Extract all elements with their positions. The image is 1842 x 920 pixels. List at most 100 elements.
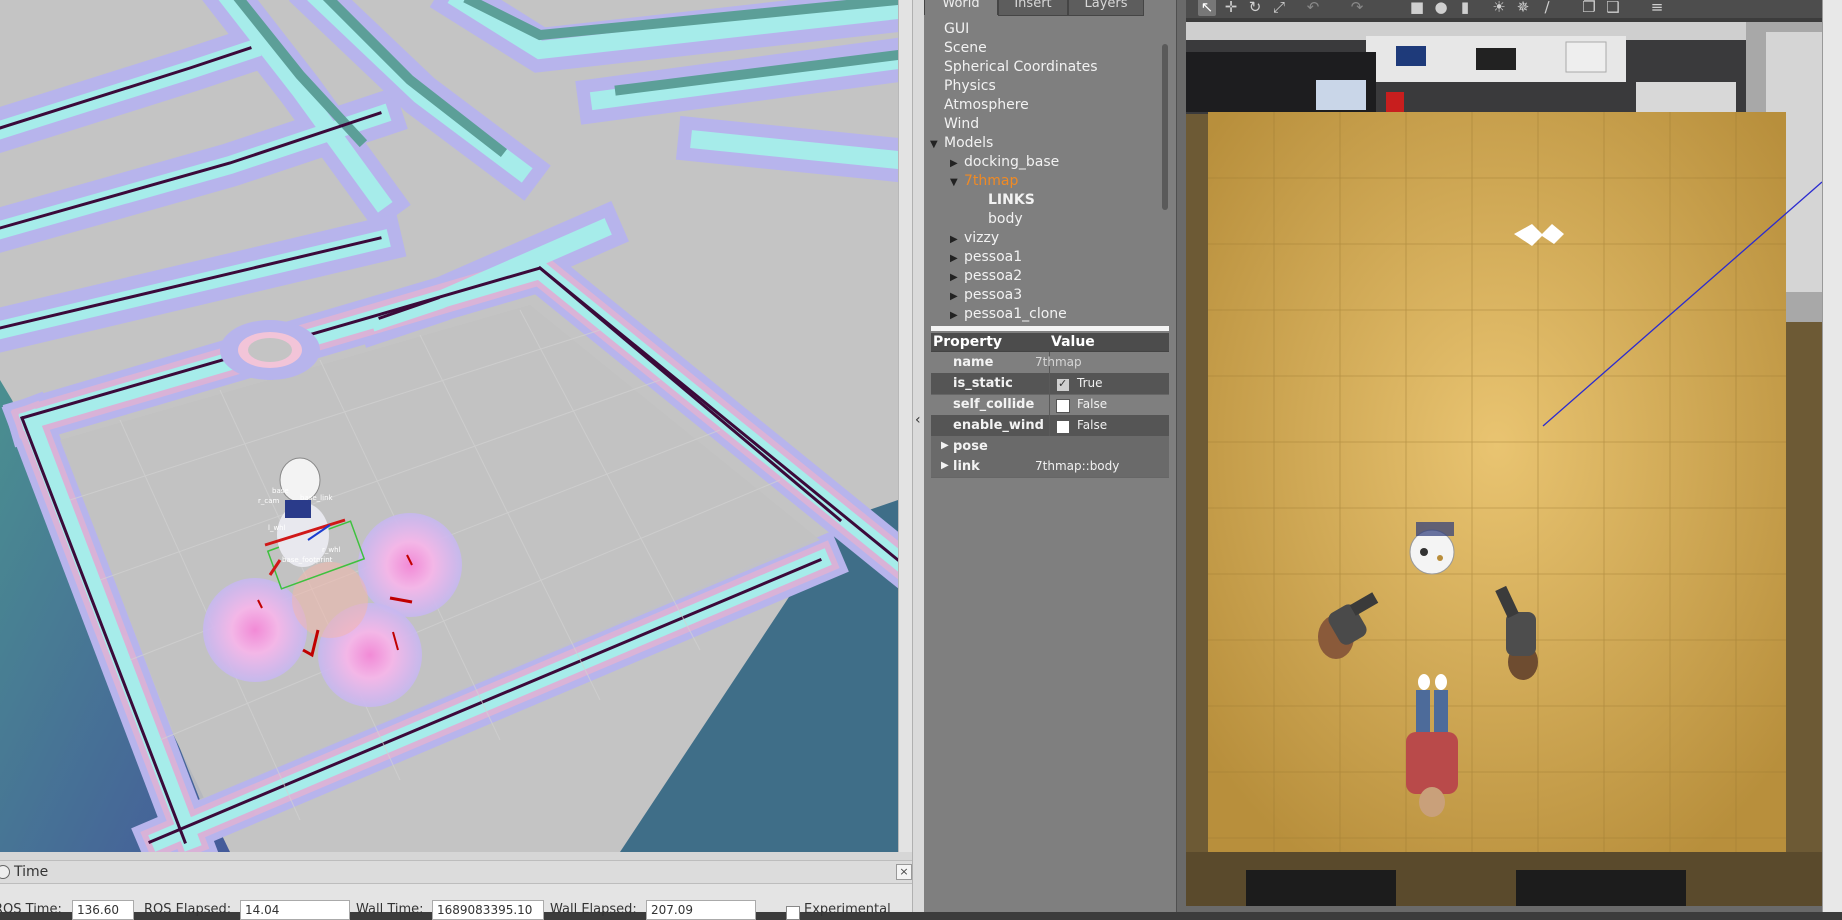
- tab-world[interactable]: World: [924, 0, 998, 15]
- property-name: pose: [953, 439, 988, 454]
- tree-item-label: pessoa3: [964, 287, 1023, 303]
- expand-closed-icon[interactable]: ▶: [950, 249, 964, 268]
- wall-elapsed-field[interactable]: 207.09: [646, 900, 756, 920]
- tree-item[interactable]: Physics: [944, 77, 996, 96]
- expand-closed-icon[interactable]: ▶: [950, 268, 964, 287]
- property-name: self_collide: [953, 397, 1035, 412]
- undo-icon[interactable]: ↶: [1304, 0, 1322, 16]
- tree-item[interactable]: ▶ pessoa3: [950, 286, 1022, 305]
- tree-item-label: Wind: [944, 116, 980, 132]
- tree-item[interactable]: GUI: [944, 20, 969, 39]
- gazebo-3d-view[interactable]: [1186, 22, 1822, 907]
- close-icon[interactable]: ×: [896, 864, 912, 880]
- tree-item-label: Atmosphere: [944, 97, 1029, 113]
- translate-icon[interactable]: ✛: [1222, 0, 1240, 16]
- expand-closed-icon[interactable]: ▶: [950, 230, 964, 249]
- copy-icon[interactable]: ❐: [1580, 0, 1598, 16]
- tree-item-label: LINKS: [988, 192, 1035, 208]
- property-row-link[interactable]: ▶ link 7thmap::body: [931, 456, 1169, 478]
- rotate-icon[interactable]: ↻: [1246, 0, 1264, 16]
- tree-item-label: pessoa1: [964, 249, 1023, 265]
- property-name: link: [953, 459, 980, 474]
- property-value: False: [1077, 397, 1108, 411]
- gazebo-tabs: World Insert Layers: [924, 0, 1176, 16]
- scale-icon[interactable]: ⤢: [1270, 0, 1288, 16]
- world-tree-scrollbar[interactable]: [1162, 44, 1168, 210]
- experimental-label: Experimental: [804, 902, 891, 917]
- cylinder-icon[interactable]: ▮: [1456, 0, 1474, 16]
- property-checkbox[interactable]: [1056, 377, 1070, 392]
- tree-item[interactable]: Wind: [944, 115, 979, 134]
- ros-time-field[interactable]: 136.60: [72, 900, 134, 920]
- property-value: False: [1077, 418, 1108, 432]
- tree-item-label: body: [988, 211, 1023, 227]
- expand-closed-icon[interactable]: ▶: [941, 460, 949, 471]
- rviz-view-scrollbar[interactable]: [898, 0, 913, 852]
- svg-text:r_whl: r_whl: [322, 546, 341, 554]
- expand-closed-icon[interactable]: ▶: [941, 440, 949, 451]
- column-separator: [1049, 415, 1050, 436]
- collapse-arrow-icon[interactable]: ‹: [915, 412, 921, 428]
- directional-light-icon[interactable]: ∕: [1538, 0, 1556, 16]
- select-arrow-icon[interactable]: ↖: [1198, 0, 1216, 16]
- redo-icon[interactable]: ↷: [1348, 0, 1366, 16]
- property-row-pose[interactable]: ▶ pose: [931, 436, 1169, 458]
- wall-elapsed-label: Wall Elapsed:: [550, 902, 637, 917]
- point-light-icon[interactable]: ☀: [1490, 0, 1508, 16]
- expand-open-icon[interactable]: ▼: [950, 173, 964, 192]
- property-name: name: [953, 355, 994, 370]
- tree-item[interactable]: Atmosphere: [944, 96, 1029, 115]
- tree-item[interactable]: ▶ pessoa2: [950, 267, 1022, 286]
- gazebo-toolbar: ↖ ✛ ↻ ⤢ ↶ ↷ ■ ● ▮ ☀ ✵ ∕ ❐ ❑ ≡: [1186, 0, 1842, 18]
- expand-closed-icon[interactable]: ▶: [950, 287, 964, 306]
- panel-toggle-icon[interactable]: [0, 865, 10, 879]
- tree-item[interactable]: LINKS: [988, 191, 1035, 210]
- tree-item-label: GUI: [944, 21, 970, 37]
- costmap-render: base r_cam base_link l_whl r_whl base_fo…: [0, 0, 898, 852]
- property-value: True: [1077, 376, 1103, 390]
- experimental-checkbox[interactable]: [786, 906, 800, 920]
- gazebo-scene-render: [1186, 22, 1822, 907]
- tree-item[interactable]: ▶ pessoa1_clone: [950, 305, 1067, 324]
- tree-item[interactable]: ▶ pessoa1: [950, 248, 1022, 267]
- column-separator: [1049, 373, 1050, 394]
- ros-elapsed-field[interactable]: 14.04: [240, 900, 350, 920]
- tab-layers[interactable]: Layers: [1068, 0, 1144, 16]
- wall-time-label: Wall Time:: [356, 902, 424, 917]
- property-row-is-static: is_static True: [931, 373, 1169, 395]
- paste-icon[interactable]: ❑: [1604, 0, 1622, 16]
- rviz-3d-view[interactable]: base r_cam base_link l_whl r_whl base_fo…: [0, 0, 898, 852]
- tree-item[interactable]: ▼ Models: [930, 134, 993, 153]
- align-icon[interactable]: ≡: [1648, 0, 1666, 16]
- column-separator: [1049, 394, 1050, 415]
- time-panel-header: Time ×: [0, 860, 912, 884]
- property-table-header: Property Value: [931, 333, 1169, 352]
- tab-insert[interactable]: Insert: [998, 0, 1068, 16]
- panel-divider[interactable]: [931, 326, 1169, 331]
- tree-item[interactable]: Scene: [944, 39, 987, 58]
- tree-item[interactable]: ▶ vizzy: [950, 229, 999, 248]
- expand-closed-icon[interactable]: ▶: [950, 154, 964, 173]
- value-column-header: Value: [1051, 334, 1095, 350]
- property-name: is_static: [953, 376, 1013, 391]
- right-scrollbar[interactable]: [1822, 0, 1842, 912]
- expand-closed-icon[interactable]: ▶: [950, 306, 964, 325]
- gazebo-left-panel: World Insert Layers GUI Scene Spherical Co…: [924, 0, 1176, 912]
- time-panel-row: ROS Time: 136.60 ROS Elapsed: 14.04 Wall…: [0, 884, 912, 920]
- tree-item[interactable]: ▶ docking_base: [950, 153, 1059, 172]
- sphere-icon[interactable]: ●: [1432, 0, 1450, 16]
- wall-time-field[interactable]: 1689083395.10: [432, 900, 544, 920]
- expand-open-icon[interactable]: ▼: [930, 135, 944, 154]
- tree-item-label: Spherical Coordinates: [944, 59, 1098, 75]
- box-icon[interactable]: ■: [1408, 0, 1426, 16]
- tree-item[interactable]: ▼ 7thmap: [950, 172, 1018, 191]
- tree-item[interactable]: Spherical Coordinates: [944, 58, 1098, 77]
- world-tree: GUI Scene Spherical Coordinates Physics Atmo…: [930, 20, 1166, 326]
- gazebo-scene-area: ↖ ✛ ↻ ⤢ ↶ ↷ ■ ● ▮ ☀ ✵ ∕ ❐ ❑ ≡: [1186, 0, 1842, 912]
- time-panel-title: Time: [14, 864, 49, 880]
- spot-light-icon[interactable]: ✵: [1514, 0, 1532, 16]
- property-checkbox[interactable]: [1056, 420, 1070, 434]
- property-value[interactable]: 7thmap: [1035, 355, 1082, 369]
- property-checkbox[interactable]: [1056, 399, 1070, 413]
- tree-item[interactable]: body: [988, 210, 1023, 229]
